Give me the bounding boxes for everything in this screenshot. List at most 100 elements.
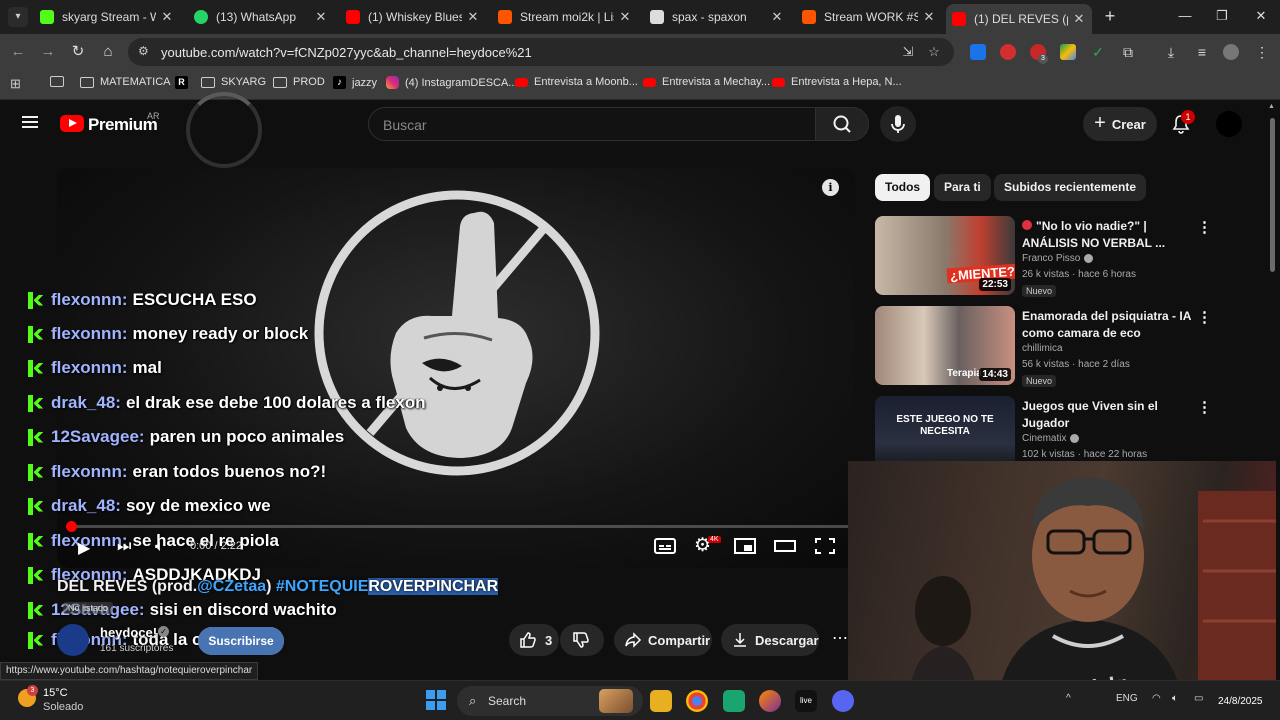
video-thumbnail[interactable]: ¿MIENTE? 22:53 [875,216,1015,295]
windows-start-icon[interactable] [426,690,446,710]
share-button[interactable]: Compartir [614,624,712,656]
account-avatar[interactable] [1216,111,1242,137]
menu-icon[interactable] [22,116,38,128]
taskbar-search[interactable]: ⌕ Search [457,686,643,716]
video-options-icon[interactable]: ⋮ [1197,308,1212,326]
bookmark-item[interactable]: R [175,76,194,89]
browser-tab[interactable]: Stream moi2k | Listen ✕ [492,4,638,30]
record-extension-icon[interactable] [1000,44,1016,60]
download-button[interactable]: Descargar [721,624,819,656]
recommended-channel[interactable]: chillimica [1022,343,1063,354]
voice-search-button[interactable] [880,106,916,142]
chip-recently-uploaded[interactable]: Subidos recientemente [994,174,1147,201]
recommended-video[interactable]: Terapia 14:43 Enamorada del psiquiatra -… [875,306,1265,388]
drive-extension-icon[interactable] [1060,44,1076,60]
battery-icon[interactable]: ▭ [1194,693,1203,704]
apps-grid-icon[interactable]: ⊞ [10,76,21,92]
chip-all[interactable]: Todos [875,174,931,201]
url-text[interactable]: youtube.com/watch?v=fCNZp027yyc&ab_chann… [161,45,532,60]
address-bar[interactable]: ⚙ youtube.com/watch?v=fCNZp027yyc&ab_cha… [128,38,954,66]
browser-tab[interactable]: (1) Whiskey Blues - A ✕ [340,4,486,30]
bookmark-item[interactable]: ♪ jazzy [333,76,377,89]
bookmark-item[interactable]: Entrevista a Moonb... [515,76,638,88]
play-icon[interactable]: ▶ [78,538,90,558]
download-icon[interactable]: ⤓ [1163,44,1179,60]
weather-description[interactable]: Soleado [43,701,83,713]
extensions-puzzle-icon[interactable]: ⧉ [1120,44,1136,60]
recommended-title[interactable]: Enamorada del psiquiatra - IA como camar… [1022,308,1192,342]
chip-for-you[interactable]: Para ti [934,174,991,201]
video-options-icon[interactable]: ⋮ [1197,218,1212,236]
tab-close-icon[interactable]: ✕ [160,9,174,25]
fullscreen-icon[interactable] [814,537,836,555]
volume-icon[interactable]: 🔈︎ [155,538,165,556]
tab-close-icon[interactable]: ✕ [770,9,784,25]
browser-tab[interactable]: (13) WhatsApp ✕ [188,4,334,30]
browser-tab[interactable]: spax - spaxon ✕ [644,4,790,30]
scroll-up-arrow-icon[interactable]: ▲ [1268,103,1275,110]
browser-tab[interactable]: Stream WORK #STEP ✕ [796,4,942,30]
tab-close-icon[interactable]: ✕ [466,9,480,25]
producer-mention-link[interactable]: @CZetaa [197,578,266,595]
live-app-taskbar-icon[interactable]: live [795,690,817,712]
video-thumbnail[interactable]: Terapia 14:43 [875,306,1015,385]
recommended-channel[interactable]: Cinematix [1022,433,1080,444]
search-button[interactable] [815,107,869,141]
dislike-button[interactable] [560,624,604,656]
tab-close-icon[interactable]: ✕ [618,9,632,25]
bookmark-item[interactable]: Entrevista a Hepa, N... [772,76,902,88]
site-info-icon[interactable]: ⚙ [138,44,149,58]
bookmark-folder[interactable] [50,76,70,87]
tray-chevron-icon[interactable]: ^ [1066,693,1071,704]
grammar-extension-icon[interactable]: ✓ [1090,44,1106,60]
hashtag-link-selected[interactable]: ROVERPINCHAR [368,578,499,595]
home-icon[interactable]: ⌂ [98,42,118,62]
recommended-title[interactable]: Juegos que Viven sin el Jugador [1022,398,1192,432]
install-icon[interactable]: ⇲ [900,44,916,60]
channel-name[interactable]: heydoce! [100,625,157,640]
recommended-title[interactable]: "No lo vio nadie?" | ANÁLISIS NO VERBAL … [1022,218,1192,252]
speaker-icon[interactable]: 🔈︎ [1172,693,1178,704]
bookmark-folder[interactable]: SKYARG [201,76,266,88]
forward-icon[interactable]: → [38,42,58,62]
subscribe-button[interactable]: Suscribirse [198,627,284,655]
maximize-icon[interactable]: ❐ [1212,8,1232,24]
weather-temperature[interactable]: 15°C [43,687,68,699]
next-icon[interactable]: ⏭ [117,538,131,556]
taskbar-date[interactable]: 24/8/2025 [1218,696,1263,707]
channel-avatar[interactable] [57,624,89,656]
chrome-taskbar-icon[interactable] [686,690,708,712]
tab-close-icon[interactable]: ✕ [1072,11,1086,27]
info-icon[interactable]: i [822,179,839,196]
recommended-video[interactable]: ¿MIENTE? 22:53 "No lo vio nadie?" | ANÁL… [875,216,1265,298]
extension-icon[interactable] [970,44,986,60]
hashtag-link[interactable]: #NOTEQUIE [276,578,368,595]
profile-avatar[interactable] [1223,44,1239,60]
bookmark-item[interactable]: (4) InstagramDESCA... [386,76,517,89]
reload-icon[interactable]: ↻ [68,42,88,62]
subtitles-icon[interactable] [654,537,676,555]
tab-close-icon[interactable]: ✕ [922,9,936,25]
progress-scrubber[interactable] [66,521,77,532]
recommended-channel[interactable]: Franco Pisso [1022,253,1094,264]
keyboard-language[interactable]: ENG [1116,693,1138,704]
media-control-icon[interactable]: ≡ [1194,44,1210,60]
like-button[interactable]: 3 [509,624,559,656]
firefox-taskbar-icon[interactable] [759,690,781,712]
app-taskbar-icon[interactable] [723,690,745,712]
wifi-icon[interactable]: ◠ [1152,693,1161,704]
create-button[interactable]: + Crear [1083,107,1157,141]
back-icon[interactable]: ← [8,42,28,62]
browser-menu-icon[interactable]: ⋮ [1254,44,1270,60]
bookmark-folder[interactable]: MATEMATICA [80,76,170,88]
browser-tab[interactable]: skyarg Stream - Wat ✕ [34,4,180,30]
page-scrollbar[interactable] [1270,118,1275,272]
tab-search-button[interactable]: ▾ [8,7,28,27]
miniplayer-icon[interactable] [734,537,756,555]
discord-taskbar-icon[interactable] [832,690,854,712]
tab-close-icon[interactable]: ✕ [314,9,328,25]
bookmark-star-icon[interactable]: ☆ [926,44,942,60]
video-progress-bar[interactable] [66,521,848,532]
close-window-icon[interactable]: ✕ [1251,8,1271,24]
minimize-icon[interactable]: — [1175,8,1195,23]
